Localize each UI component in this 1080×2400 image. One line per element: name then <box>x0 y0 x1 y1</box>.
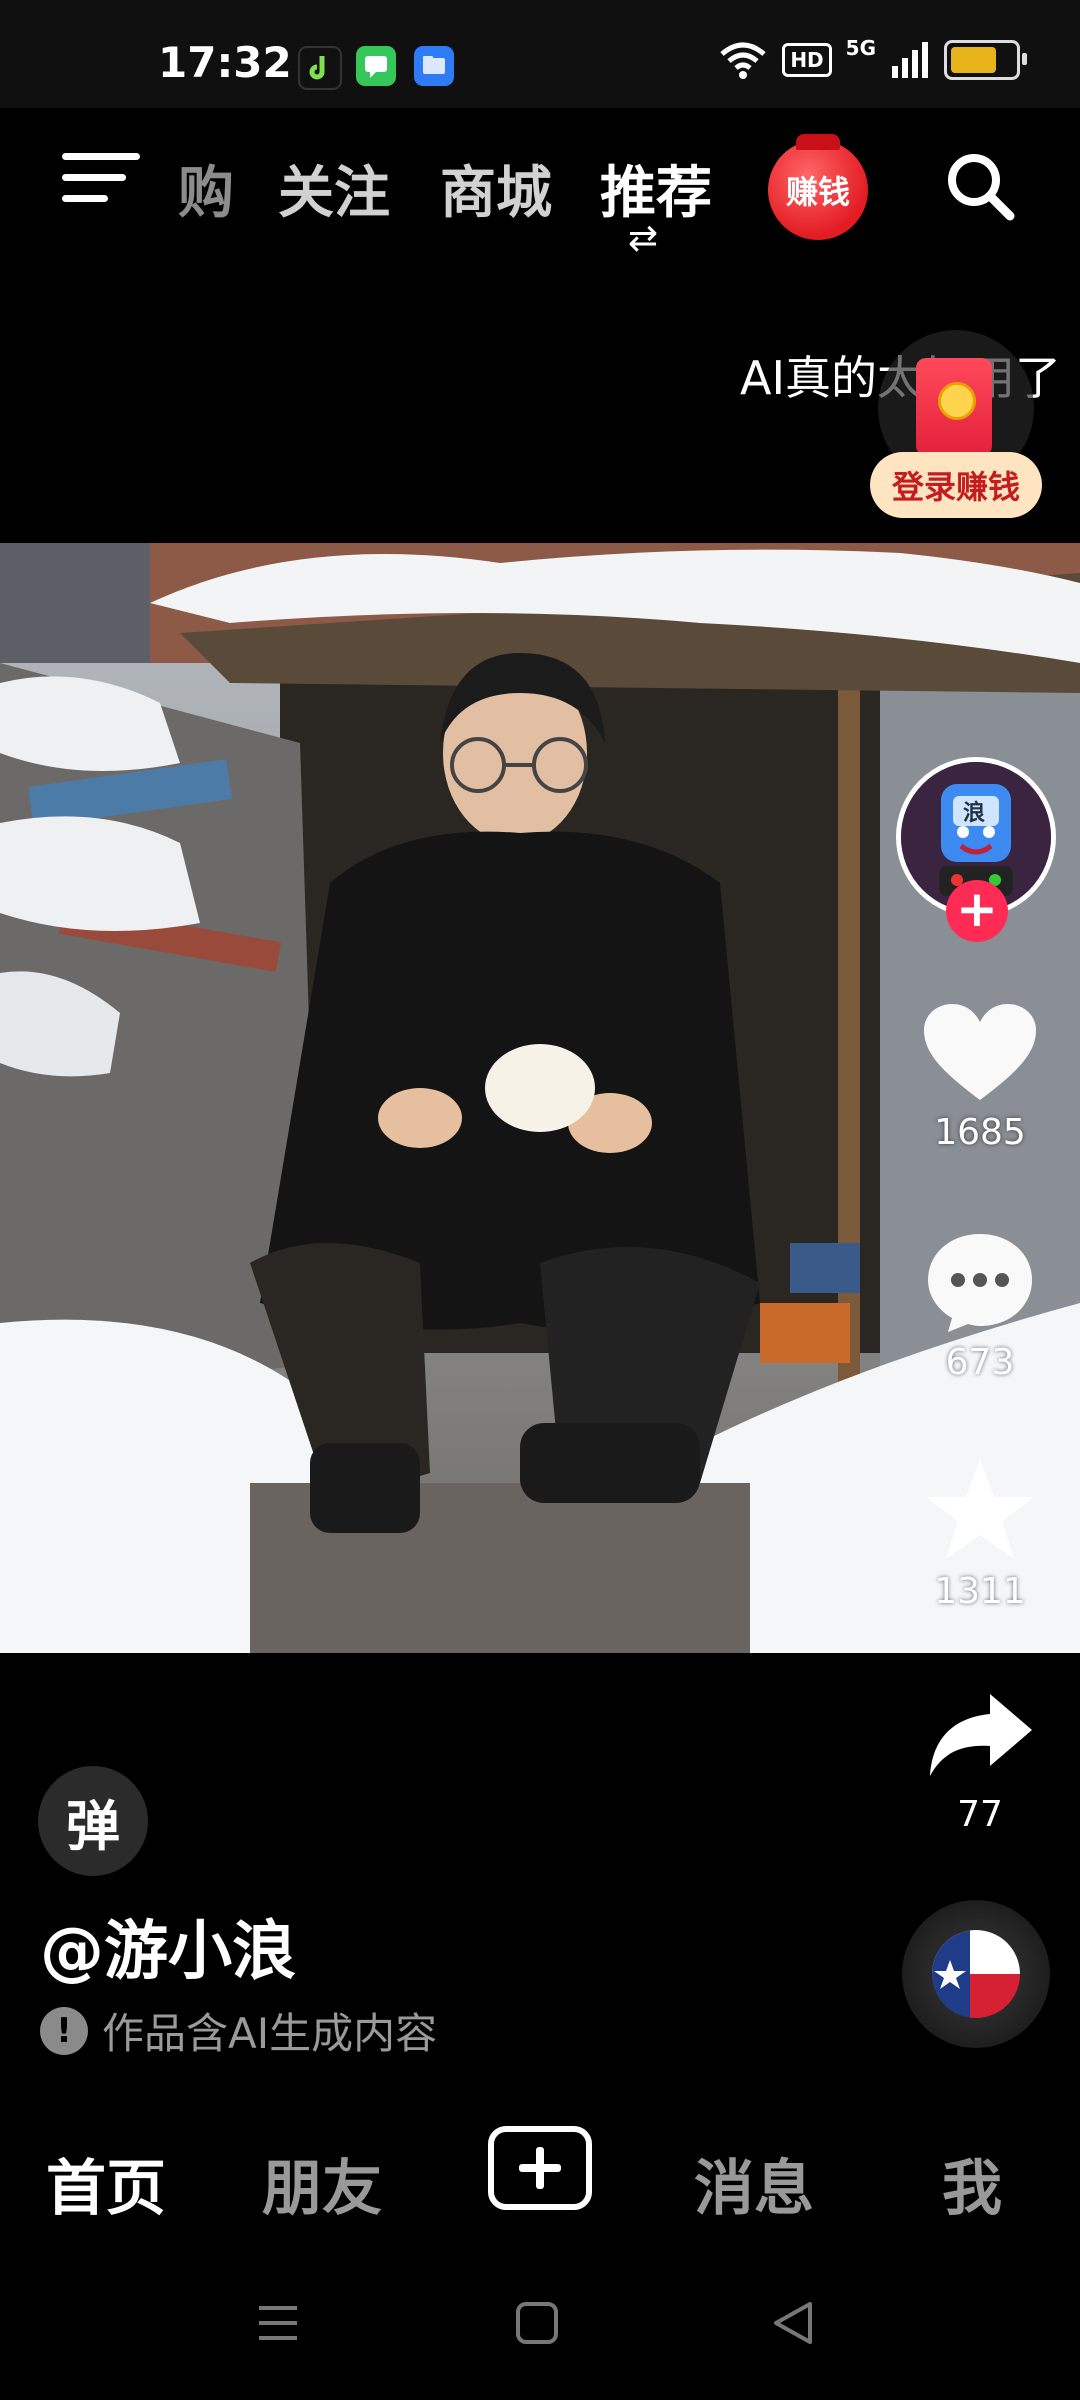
heart-icon <box>924 1004 1036 1100</box>
top-nav: 购 关注 商城 推荐 ⇄ 赚钱 <box>0 108 1080 259</box>
share-button[interactable]: 77 <box>900 1686 1060 1835</box>
messages-app-icon <box>356 46 396 86</box>
texas-flag-icon <box>932 1930 1020 2018</box>
status-bar: 17:32 HD 5G <box>0 0 1080 108</box>
tab-recommend[interactable]: 推荐 <box>600 148 712 229</box>
tab-home[interactable]: 首页 <box>46 2140 166 2227</box>
comment-count: 673 <box>945 1342 1015 1383</box>
login-earn-widget[interactable]: 登录赚钱 <box>866 320 1046 530</box>
favorite-count: 1311 <box>934 1571 1026 1612</box>
switch-arrows-icon: ⇄ <box>628 218 659 259</box>
comment-button[interactable]: 673 <box>900 1228 1060 1383</box>
login-earn-button[interactable]: 登录赚钱 <box>870 452 1042 518</box>
files-app-icon <box>414 46 454 86</box>
tab-friends[interactable]: 朋友 <box>262 2140 382 2227</box>
music-disc[interactable] <box>902 1900 1050 2048</box>
battery-icon <box>944 40 1027 80</box>
info-exclamation-icon: ! <box>40 2006 88 2055</box>
ai-content-notice: ! 作品含AI生成内容 <box>40 2000 437 2061</box>
like-button[interactable]: 1685 <box>900 1000 1060 1153</box>
earn-badge-label: 赚钱 <box>785 173 850 211</box>
network-type: 5G <box>845 36 876 60</box>
ai-notice-text: 作品含AI生成内容 <box>102 2009 438 2058</box>
share-count: 77 <box>957 1794 1003 1835</box>
comment-icon <box>928 1234 1032 1332</box>
status-time: 17:32 <box>158 38 292 87</box>
search-icon[interactable] <box>940 146 1020 226</box>
wifi-icon <box>720 42 766 79</box>
douyin-notification-icon <box>298 46 342 90</box>
menu-icon[interactable] <box>62 153 140 213</box>
back-triangle-icon[interactable] <box>770 2300 816 2346</box>
follow-plus-button[interactable]: + <box>946 880 1008 942</box>
bottom-tab-bar: 首页 朋友 消息 我 <box>0 2090 1080 2250</box>
tab-following[interactable]: 关注 <box>278 148 390 229</box>
system-nav-bar <box>0 2250 1080 2400</box>
plus-icon <box>519 2147 561 2189</box>
favorite-button[interactable]: 1311 <box>900 1455 1060 1612</box>
status-indicators: HD 5G <box>718 36 1027 80</box>
hd-badge: HD <box>782 43 832 77</box>
tab-messages[interactable]: 消息 <box>694 2140 814 2227</box>
red-packet-icon <box>916 358 992 456</box>
avatar-char: 浪 <box>963 800 985 826</box>
danmaku-toggle-button[interactable]: 弹 <box>38 1766 148 1876</box>
recent-apps-icon[interactable] <box>255 2300 301 2346</box>
earn-money-bag-button[interactable]: 赚钱 <box>768 134 868 240</box>
like-count: 1685 <box>934 1112 1026 1153</box>
tab-buy[interactable]: 购 <box>178 148 234 229</box>
home-square-icon[interactable] <box>514 2300 560 2346</box>
tab-me[interactable]: 我 <box>942 2140 1002 2227</box>
author-name[interactable]: @游小浪 <box>40 1900 296 1992</box>
share-arrow-icon <box>930 1694 1032 1776</box>
tab-mall[interactable]: 商城 <box>440 148 552 229</box>
create-post-button[interactable] <box>488 2126 592 2210</box>
star-icon <box>926 1459 1034 1559</box>
signal-icon <box>892 42 928 78</box>
